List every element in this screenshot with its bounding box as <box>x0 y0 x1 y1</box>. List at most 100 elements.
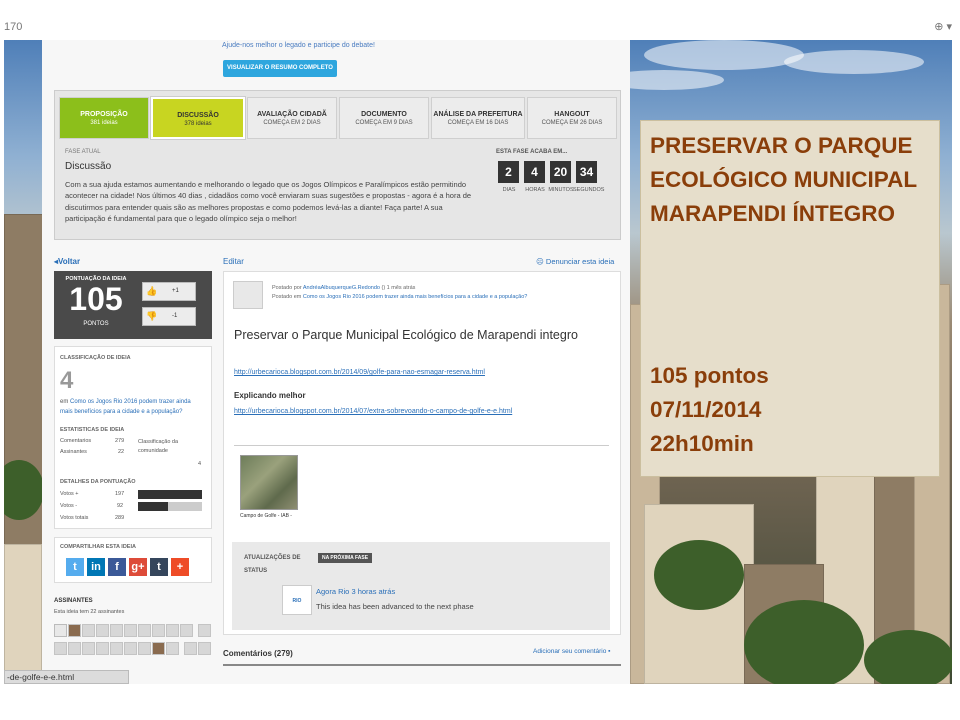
classification-text: em Como os Jogos Rio 2016 podem trazer a… <box>60 397 205 417</box>
golf-course-thumbnail[interactable] <box>240 455 298 510</box>
top-line[interactable]: Ajude-nos melhor o legado e participe do… <box>222 42 375 49</box>
vote-up-label: +1 <box>172 288 179 294</box>
score-unit: PONTOS <box>83 321 109 327</box>
score-value: 105 <box>69 281 123 317</box>
avatar[interactable] <box>152 624 165 637</box>
share-heading: COMPARTILHAR ESTA IDEIA <box>60 544 136 550</box>
add-comment-link[interactable]: Adicionar seu comentário ▪ <box>533 648 610 655</box>
avatar[interactable] <box>68 624 81 637</box>
edit-link[interactable]: Editar <box>223 257 244 266</box>
current-phase-title: Discussão <box>65 161 112 172</box>
overlay-stats: 105 pontos 07/11/2014 22h10min <box>650 359 935 461</box>
status-time: 3 horas atrás <box>349 587 396 596</box>
overlay-title: PRESERVAR O PARQUE ECOLÓGICO MUNICIPAL M… <box>650 133 917 226</box>
classification-link[interactable]: Como os Jogos Rio 2016 podem trazer aind… <box>60 399 191 415</box>
avatar[interactable] <box>138 624 151 637</box>
phase-label: DISCUSSÃO <box>177 112 219 119</box>
avatar[interactable] <box>180 624 193 637</box>
zoom-icon[interactable]: ⊕ ▾ <box>934 20 952 33</box>
view-summary-button[interactable]: VISUALIZAR O RESUMO COMPLETO <box>223 60 337 77</box>
avatar[interactable] <box>152 642 165 655</box>
countdown-unit: DIAS <box>502 187 516 193</box>
phase-tab-analise[interactable]: ANÁLISE DA PREFEITURA COMEÇA EM 16 DIAS <box>431 97 525 139</box>
classification-prefix: em <box>60 399 71 405</box>
avatar[interactable] <box>166 624 179 637</box>
avatar[interactable] <box>198 624 212 637</box>
topic-link[interactable]: Como os Jogos Rio 2016 podem trazer aind… <box>303 294 527 300</box>
overlay-time: 22h10min <box>650 431 754 456</box>
report-label: Denunciar esta ideia <box>545 257 615 266</box>
idea-subtitle: Explicando melhor <box>234 391 306 400</box>
community-rank-value: 4 <box>198 461 202 467</box>
author-link[interactable]: AndréaAlbuquerqueG.Redondo <box>303 285 380 291</box>
classification-heading: CLASSIFICAÇÃO DE IDEIA <box>60 355 131 361</box>
status-author: Agora Rio 3 horas atrás <box>316 587 395 596</box>
subscribers-heading: ASSINANTES <box>54 598 93 604</box>
phase-tab-documento[interactable]: DOCUMENTO COMEÇA EM 9 DIAS <box>339 97 429 139</box>
overlay-card: PRESERVAR O PARQUE ECOLÓGICO MUNICIPAL M… <box>640 120 940 477</box>
building <box>4 544 42 684</box>
avatar[interactable] <box>96 624 109 637</box>
agora-rio-logo: RIO <box>282 585 312 615</box>
votes-negative-value: 92 <box>117 503 124 509</box>
posted-by-prefix: Postado por <box>272 285 303 291</box>
twitter-icon[interactable]: t <box>66 558 84 576</box>
avatar[interactable] <box>68 642 81 655</box>
avatar[interactable] <box>82 642 95 655</box>
report-icon: ☹ <box>536 257 546 266</box>
avatar[interactable] <box>96 642 109 655</box>
phase-label: DOCUMENTO <box>361 111 407 118</box>
avatar[interactable] <box>184 642 198 655</box>
add-share-icon[interactable]: + <box>171 558 189 576</box>
back-link[interactable]: ◂Voltar <box>54 257 80 266</box>
avatar[interactable] <box>198 642 212 655</box>
comments-count-label: Comentarios <box>60 438 92 444</box>
avatar[interactable] <box>124 624 137 637</box>
author-avatar[interactable] <box>233 281 263 309</box>
votes-negative-bar <box>138 502 202 511</box>
idea-link-2[interactable]: http://urbecarioca.blogspot.com.br/2014/… <box>234 408 512 415</box>
website-panel: Ajude-nos melhor o legado e participe do… <box>42 40 630 684</box>
tree <box>864 630 952 684</box>
thumbs-down-icon: 👎 <box>146 311 158 321</box>
add-comment-label: Adicionar seu comentário <box>533 648 607 655</box>
linkedin-icon[interactable]: in <box>87 558 105 576</box>
votes-positive-label: Votos + <box>60 491 79 497</box>
countdown-minutes: 20 <box>550 161 571 183</box>
vote-up-button[interactable]: 👍 +1 <box>142 282 196 301</box>
idea-title: Preservar o Parque Municipal Ecológico d… <box>234 328 578 342</box>
google-plus-icon[interactable]: g+ <box>129 558 147 576</box>
comment-icon: ▪ <box>608 648 611 655</box>
tree <box>744 600 864 684</box>
posted-time: () 1 mês atrás <box>379 285 416 291</box>
cloud <box>644 40 804 70</box>
phase-tab-avaliacao[interactable]: AVALIAÇÃO CIDADÃ COMEÇA EM 2 DIAS <box>247 97 337 139</box>
report-link[interactable]: ☹ Denunciar esta ideia <box>536 257 614 266</box>
avatar[interactable] <box>110 642 123 655</box>
avatar[interactable] <box>54 624 67 637</box>
tumblr-icon[interactable]: t <box>150 558 168 576</box>
overlay-points: 105 pontos <box>650 363 769 388</box>
avatar[interactable] <box>138 642 151 655</box>
idea-link-1[interactable]: http://urbecarioca.blogspot.com.br/2014/… <box>234 369 485 376</box>
status-label: ATUALIZAÇÕES DE STATUS <box>244 555 301 574</box>
avatar[interactable] <box>54 642 67 655</box>
facebook-icon[interactable]: f <box>108 558 126 576</box>
phase-tab-hangout[interactable]: HANGOUT COMEÇA EM 26 DIAS <box>527 97 617 139</box>
divider <box>234 445 609 446</box>
phase-label: AVALIAÇÃO CIDADÃ <box>257 111 327 118</box>
avatar[interactable] <box>82 624 95 637</box>
avatar[interactable] <box>166 642 179 655</box>
posted-in-prefix: Postado em <box>272 294 303 300</box>
phase-tab-discussao[interactable]: DISCUSSÃO 378 ideias <box>151 97 245 139</box>
posted-by: Postado por AndréaAlbuquerqueG.Redondo (… <box>272 285 415 291</box>
phase-tab-proposicao[interactable]: PROPOSIÇÃO 381 ideias <box>59 97 149 139</box>
avatar[interactable] <box>124 642 137 655</box>
status-author-link[interactable]: Agora Rio <box>316 587 349 596</box>
avatar[interactable] <box>110 624 123 637</box>
votes-total-label: Votos totais <box>60 515 89 521</box>
votes-positive-value: 197 <box>115 491 125 497</box>
comments-count-value: 279 <box>115 438 125 444</box>
votes-negative-fill <box>138 502 169 511</box>
vote-down-button[interactable]: 👎 -1 <box>142 307 196 326</box>
